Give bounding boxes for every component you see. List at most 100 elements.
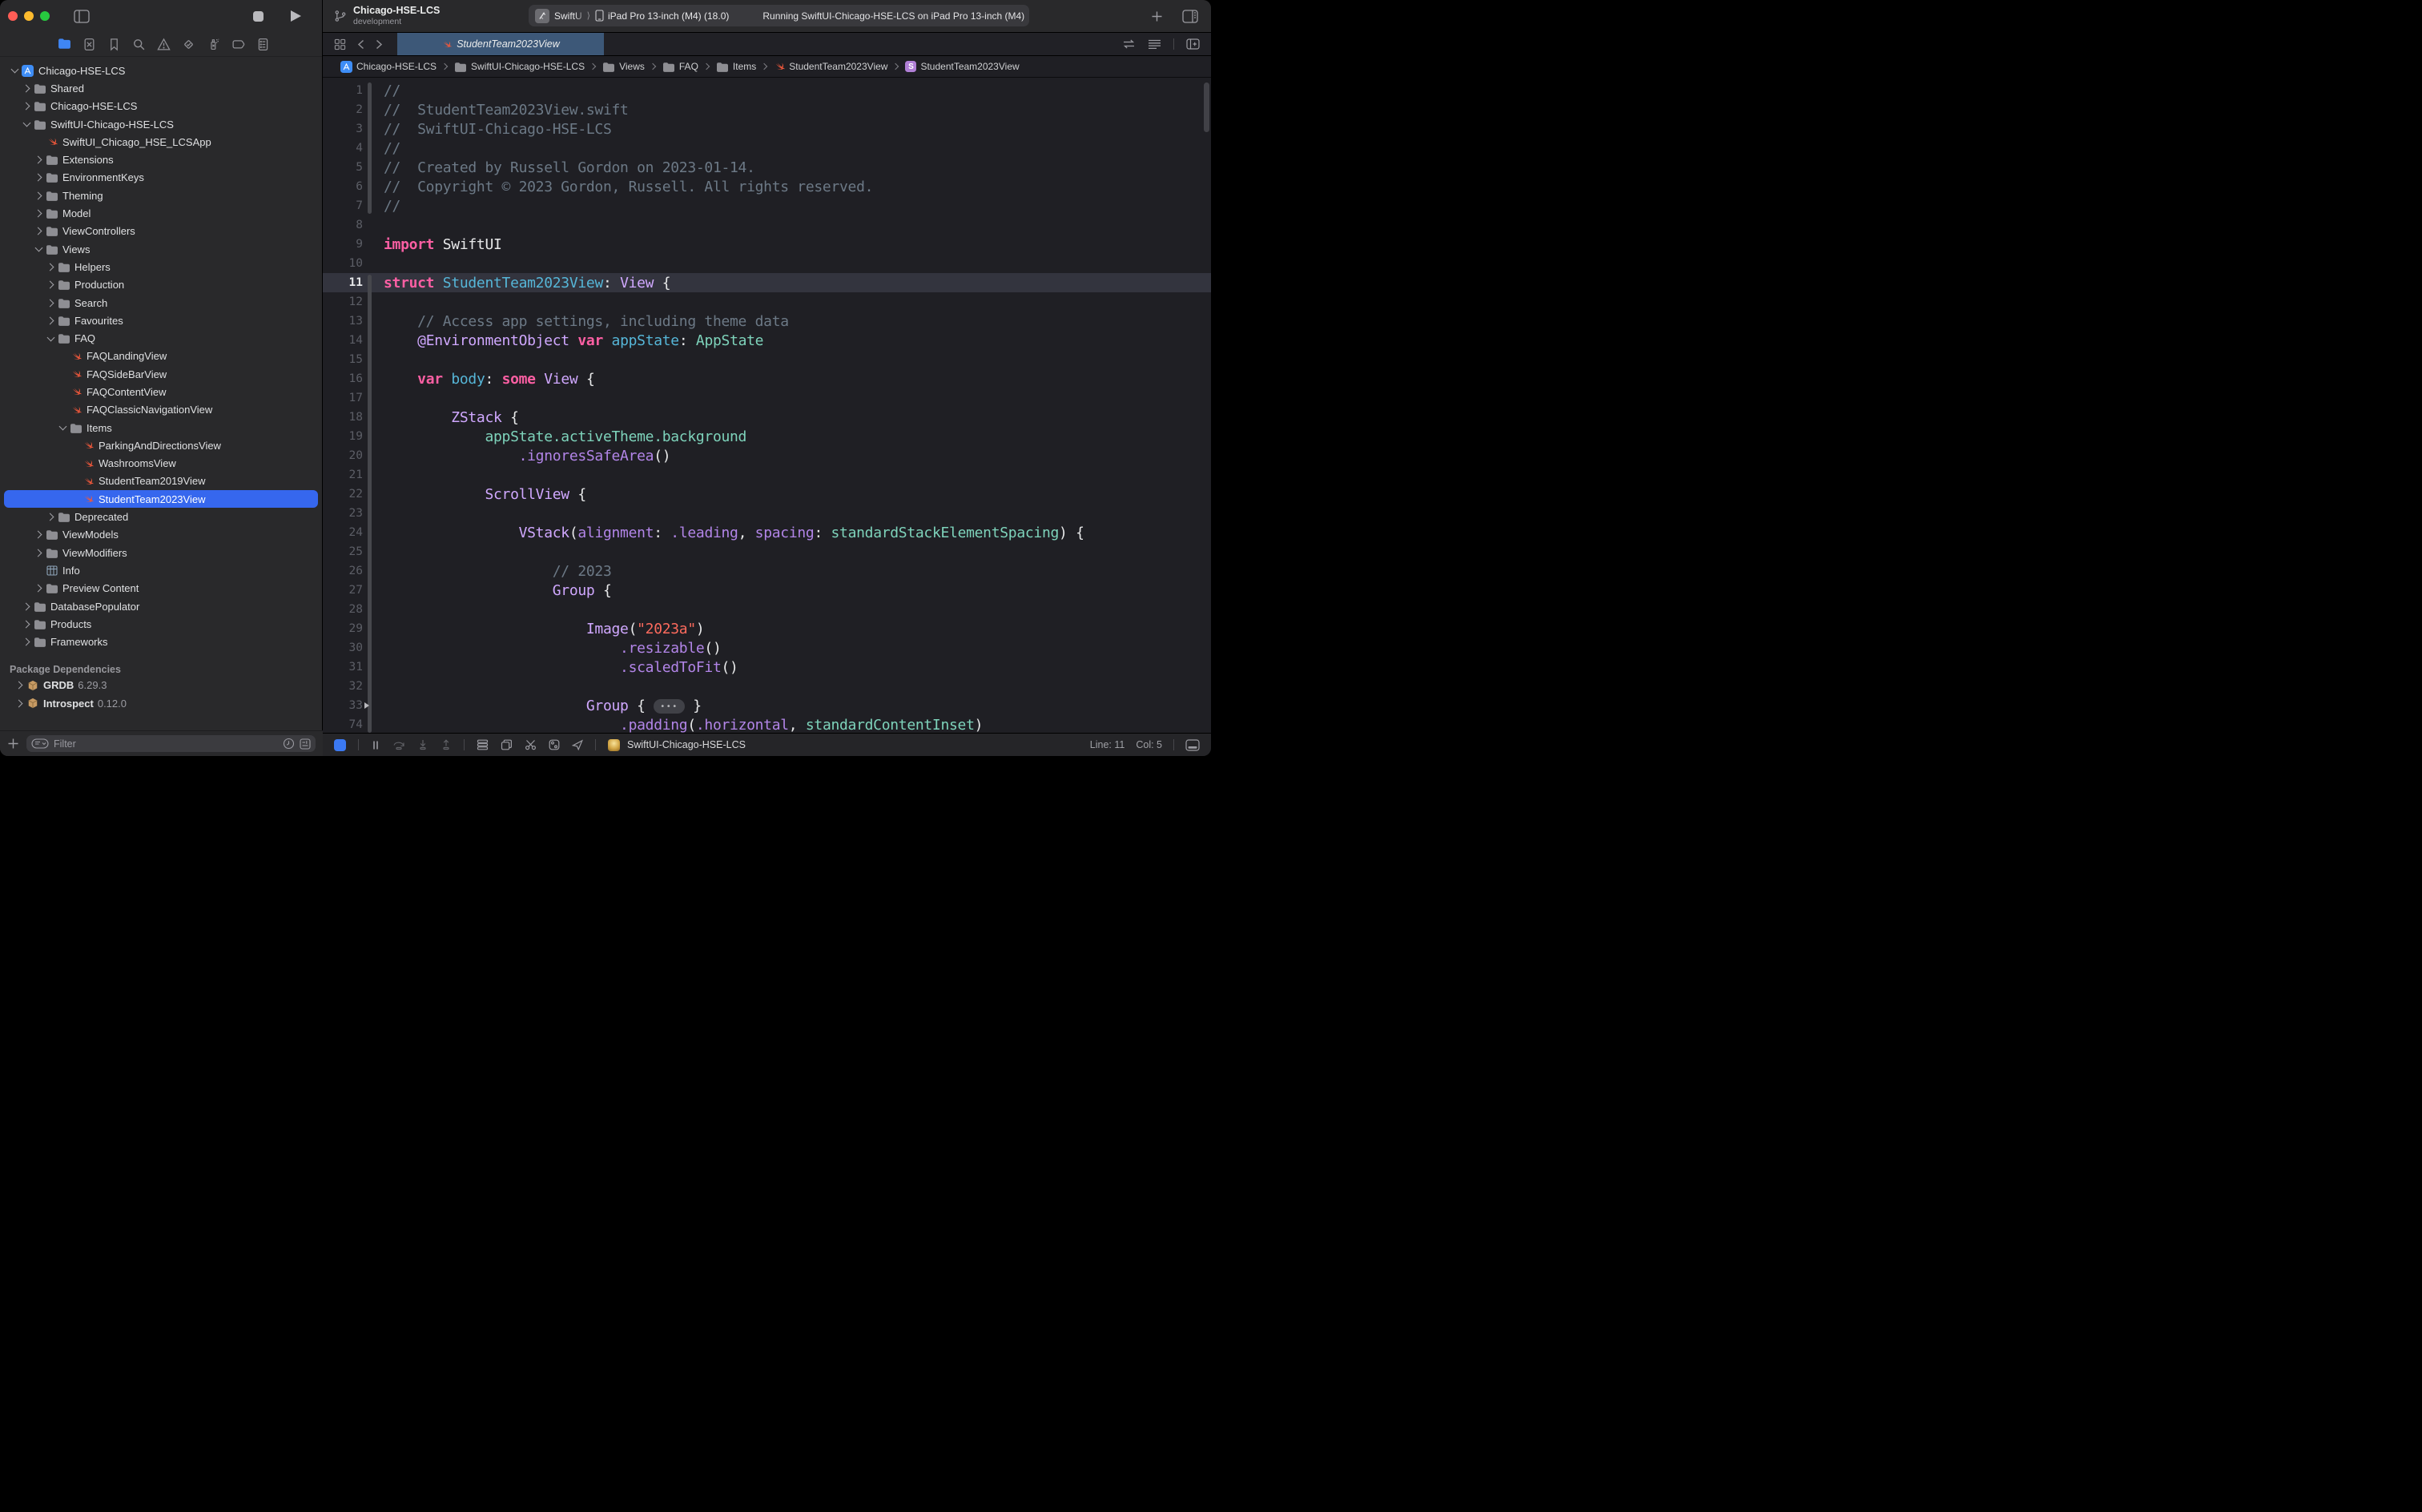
tab-overview-icon[interactable]: [334, 38, 346, 50]
code-review-icon[interactable]: [1122, 38, 1136, 50]
disclosure-chevron-icon[interactable]: [45, 514, 57, 520]
code-line[interactable]: 24 VStack(alignment: .leading, spacing: …: [323, 523, 1211, 542]
pause-execution-icon[interactable]: [371, 740, 380, 750]
tree-row[interactable]: FAQClassicNavigationView: [4, 401, 318, 419]
recents-filter-icon[interactable]: [283, 738, 295, 750]
disclosure-chevron-icon[interactable]: [33, 247, 45, 251]
debug-gauge-icon[interactable]: [525, 739, 537, 750]
breakpoints-toggle-icon[interactable]: [334, 739, 346, 751]
tree-row[interactable]: FAQSideBarView: [4, 365, 318, 383]
tree-row[interactable]: SwiftUI_Chicago_HSE_LCSApp: [4, 133, 318, 151]
issues-navigator-icon[interactable]: [157, 38, 171, 51]
disclosure-chevron-icon[interactable]: [33, 157, 45, 163]
debug-view-hierarchy-icon[interactable]: [477, 739, 489, 750]
debug-navigator-icon[interactable]: [207, 38, 220, 51]
toggle-debug-area-icon[interactable]: [1185, 739, 1200, 751]
code-line[interactable]: 18 ZStack {: [323, 408, 1211, 427]
code-line[interactable]: 3// SwiftUI-Chicago-HSE-LCS: [323, 119, 1211, 139]
code-line[interactable]: 74 .padding(.horizontal, standardContent…: [323, 715, 1211, 734]
go-forward-icon[interactable]: [376, 39, 383, 50]
disclosure-chevron-icon[interactable]: [21, 103, 33, 109]
add-item-icon[interactable]: [7, 738, 19, 750]
breadcrumb-item[interactable]: FAQ: [662, 61, 698, 72]
run-button[interactable]: [291, 10, 301, 22]
add-toolbar-icon[interactable]: [1151, 10, 1163, 22]
disclosure-chevron-icon[interactable]: [45, 300, 57, 306]
disclosure-chevron-icon[interactable]: [21, 639, 33, 645]
tree-row[interactable]: Products: [4, 615, 318, 633]
disclosure-chevron-icon[interactable]: [33, 175, 45, 180]
breakpoints-navigator-icon[interactable]: [231, 38, 245, 51]
tree-row[interactable]: Views: [4, 240, 318, 258]
code-line[interactable]: 31 .scaledToFit(): [323, 657, 1211, 677]
code-line[interactable]: 20 .ignoresSafeArea(): [323, 446, 1211, 465]
tree-row[interactable]: SwiftUI-Chicago-HSE-LCS: [4, 115, 318, 133]
breadcrumb-item[interactable]: SwiftUI-Chicago-HSE-LCS: [454, 61, 585, 72]
code-line[interactable]: 14 @EnvironmentObject var appState: AppS…: [323, 331, 1211, 350]
code-fold-ribbon[interactable]: [368, 275, 372, 733]
folded-code-pill[interactable]: •••: [654, 699, 685, 714]
run-destination-name[interactable]: iPad Pro 13-inch (M4) (18.0): [608, 10, 729, 22]
breadcrumb-item[interactable]: SStudentTeam2023View: [905, 61, 1019, 72]
tree-row[interactable]: ViewModels: [4, 526, 318, 544]
package-row[interactable]: Introspect0.12.0: [4, 694, 318, 712]
add-editor-icon[interactable]: [1186, 38, 1200, 50]
code-line[interactable]: 2// StudentTeam2023View.swift: [323, 100, 1211, 119]
tree-row[interactable]: Deprecated: [4, 508, 318, 525]
disclosure-chevron-icon[interactable]: [14, 682, 26, 688]
disclosure-chevron-icon[interactable]: [45, 337, 57, 340]
disclosure-chevron-icon[interactable]: [21, 86, 33, 91]
code-line[interactable]: 4//: [323, 139, 1211, 158]
filter-menu-icon[interactable]: [31, 738, 49, 749]
code-line[interactable]: 19 appState.activeTheme.background: [323, 427, 1211, 446]
code-line[interactable]: 13 // Access app settings, including the…: [323, 312, 1211, 331]
breadcrumb-item[interactable]: Chicago-HSE-LCS: [340, 61, 437, 73]
zoom-window-button[interactable]: [40, 11, 50, 21]
disclosure-chevron-icon[interactable]: [57, 426, 69, 429]
code-line[interactable]: 17: [323, 388, 1211, 408]
tree-row[interactable]: Theming: [4, 187, 318, 204]
tests-navigator-icon[interactable]: [182, 38, 195, 51]
disclosure-chevron-icon[interactable]: [33, 193, 45, 199]
tree-row[interactable]: FAQ: [4, 329, 318, 347]
code-line[interactable]: 26 // 2023: [323, 561, 1211, 581]
go-back-icon[interactable]: [357, 39, 364, 50]
code-line[interactable]: 5// Created by Russell Gordon on 2023-01…: [323, 158, 1211, 177]
toggle-sidebar-icon[interactable]: [74, 10, 90, 23]
tree-row[interactable]: Model: [4, 204, 318, 222]
code-line[interactable]: 29 Image("2023a"): [323, 619, 1211, 638]
package-row[interactable]: GRDB6.29.3: [4, 677, 318, 694]
editor-tab[interactable]: StudentTeam2023View: [397, 33, 604, 55]
add-filter-icon[interactable]: [300, 738, 311, 750]
code-line[interactable]: 27 Group {: [323, 581, 1211, 600]
breadcrumb-item[interactable]: StudentTeam2023View: [774, 61, 887, 72]
code-line[interactable]: 11struct StudentTeam2023View: View {: [323, 273, 1211, 292]
tree-row[interactable]: EnvironmentKeys: [4, 169, 318, 187]
simulators-icon[interactable]: [549, 739, 560, 750]
disclosure-chevron-icon[interactable]: [45, 318, 57, 324]
tree-row[interactable]: Preview Content: [4, 580, 318, 597]
run-destination-bar[interactable]: SwiftU ⟩ iPad Pro 13-inch (M4) (18.0) Ru…: [529, 5, 1029, 26]
breadcrumb-item[interactable]: Items: [716, 61, 756, 72]
tree-row[interactable]: Production: [4, 276, 318, 294]
code-line[interactable]: 6// Copyright © 2023 Gordon, Russell. Al…: [323, 177, 1211, 196]
project-navigator-icon[interactable]: [58, 38, 71, 51]
disclosure-chevron-icon[interactable]: [21, 604, 33, 609]
code-line[interactable]: 16 var body: some View {: [323, 369, 1211, 388]
code-line[interactable]: 23: [323, 504, 1211, 523]
scheme-name[interactable]: SwiftU: [554, 10, 587, 22]
disclosure-chevron-icon[interactable]: [9, 69, 21, 72]
tree-row[interactable]: Info: [4, 561, 318, 579]
tree-row[interactable]: Chicago-HSE-LCS: [4, 62, 318, 79]
tree-row[interactable]: Favourites: [4, 312, 318, 329]
tree-row[interactable]: ViewModifiers: [4, 544, 318, 561]
tree-row[interactable]: Chicago-HSE-LCS: [4, 98, 318, 115]
step-out-icon[interactable]: [441, 739, 452, 750]
tree-row[interactable]: StudentTeam2019View: [4, 472, 318, 490]
tree-row[interactable]: Search: [4, 294, 318, 312]
fold-chevron-icon[interactable]: [364, 702, 369, 709]
find-navigator-icon[interactable]: [132, 38, 146, 51]
code-line[interactable]: 8: [323, 215, 1211, 235]
disclosure-chevron-icon[interactable]: [45, 282, 57, 288]
disclosure-chevron-icon[interactable]: [33, 211, 45, 216]
